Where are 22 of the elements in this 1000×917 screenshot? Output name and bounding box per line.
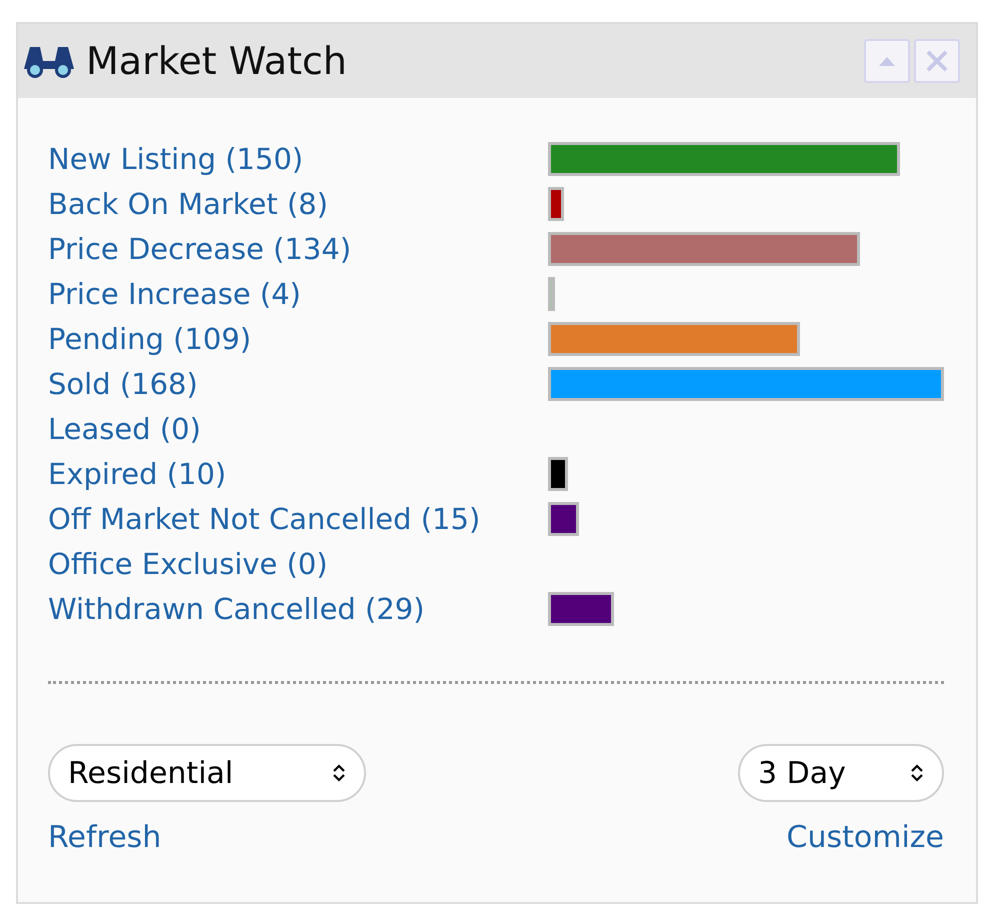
chevron-icon: [332, 763, 346, 783]
collapse-button[interactable]: [864, 39, 910, 83]
close-icon: [924, 48, 950, 74]
status-link[interactable]: Leased (0): [48, 412, 548, 446]
dropdown[interactable]: Residential: [48, 744, 366, 802]
action-link[interactable]: Refresh: [48, 820, 162, 855]
status-link[interactable]: Sold (168): [48, 366, 548, 400]
status-link[interactable]: Price Increase (4): [48, 276, 548, 310]
triangle-icon: [876, 55, 898, 67]
status-link[interactable]: Expired (10): [48, 456, 548, 490]
chevron-icon: [910, 763, 924, 783]
status-link[interactable]: Office Exclusive (0): [48, 546, 548, 580]
status-link[interactable]: Back On Market (8): [48, 186, 548, 220]
status-link[interactable]: Pending (109): [48, 322, 548, 356]
close-button[interactable]: [914, 39, 960, 83]
dropdown[interactable]: 3 Day: [738, 744, 944, 802]
action-link[interactable]: Customize: [786, 820, 944, 855]
status-link[interactable]: Off Market Not Cancelled (15): [48, 502, 548, 536]
status-link[interactable]: Price Decrease (134): [48, 232, 548, 266]
status-link[interactable]: New Listing (150): [48, 142, 548, 176]
panel-title: Market Watch: [86, 39, 348, 83]
status-link[interactable]: Withdrawn Cancelled (29): [48, 592, 548, 626]
